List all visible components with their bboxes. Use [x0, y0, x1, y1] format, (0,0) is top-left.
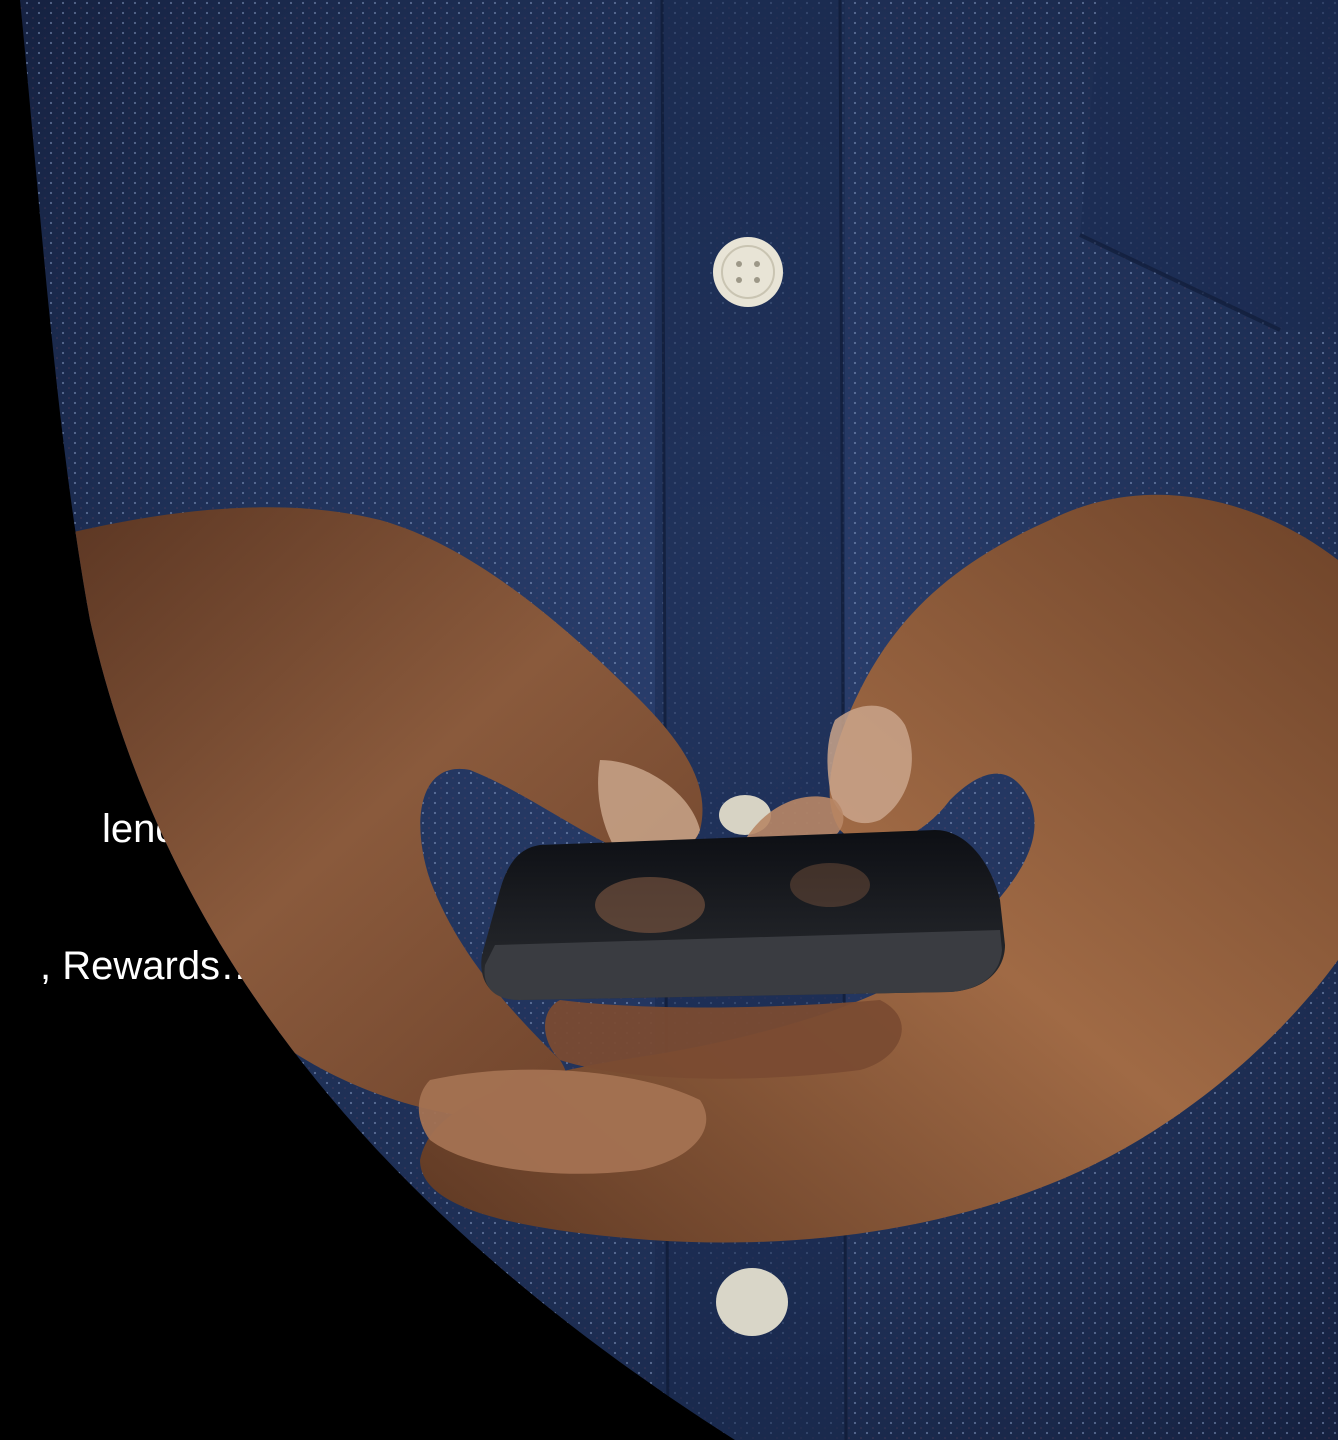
- hands-holding-phone-photo: [0, 0, 1338, 1440]
- slide: lendar , Rewards…): [0, 0, 1338, 1440]
